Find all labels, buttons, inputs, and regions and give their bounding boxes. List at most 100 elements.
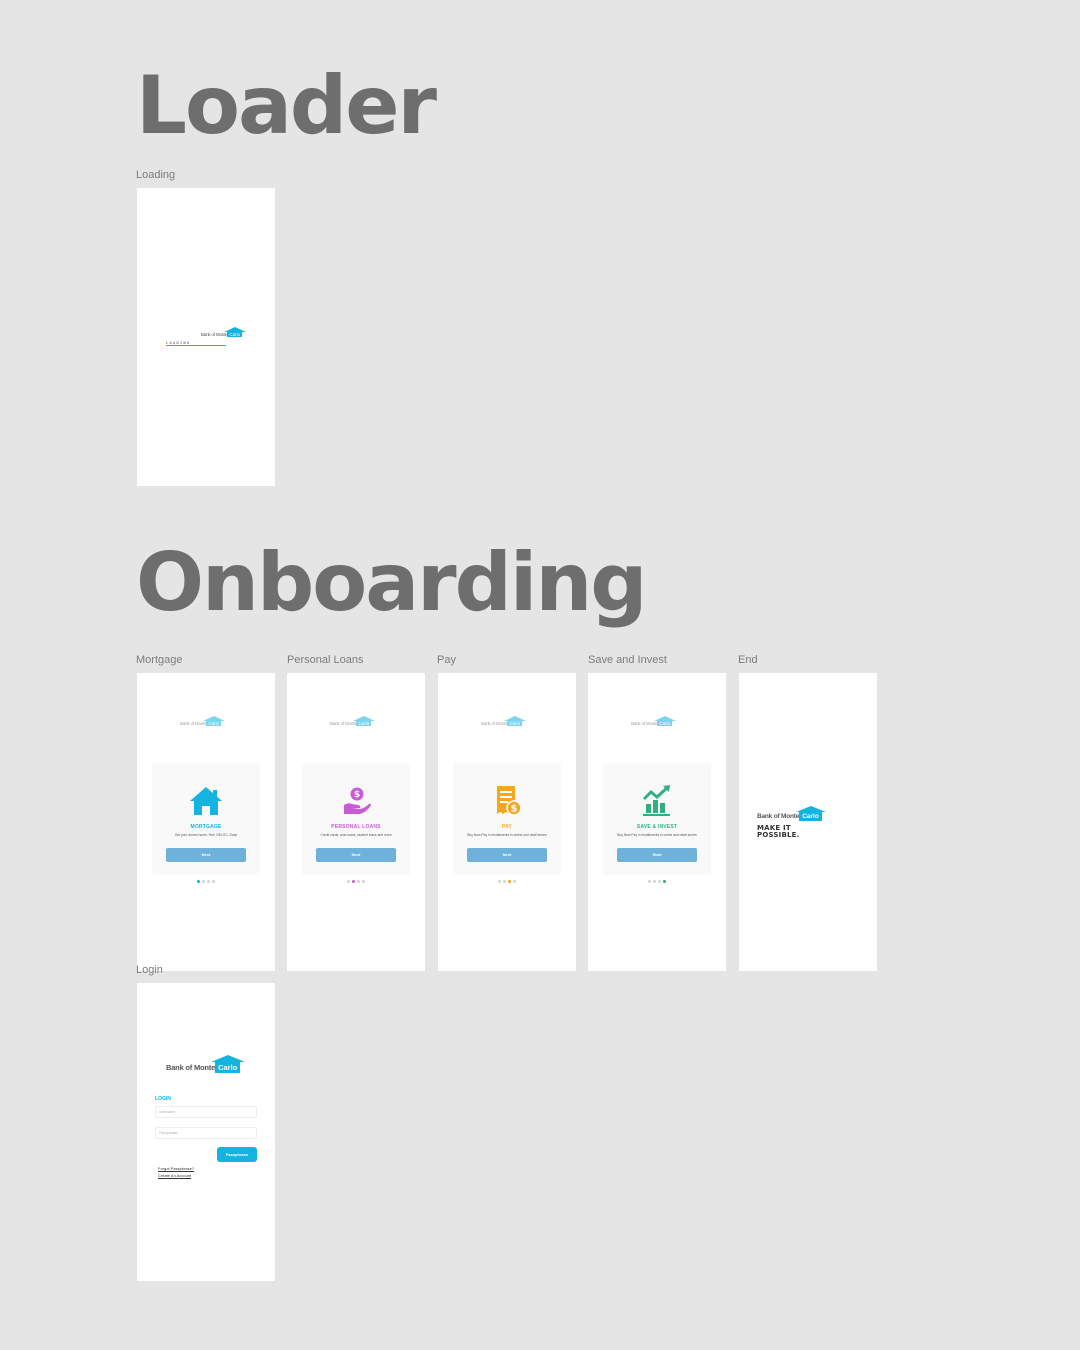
frame-label-pay: Pay — [437, 654, 456, 666]
logo-roof-icon — [203, 716, 226, 721]
logo-bank-text: Bank of Monte — [166, 1063, 216, 1072]
brand-logo: Bank of Monte Carlo — [757, 806, 827, 821]
pagination-dot[interactable] — [648, 880, 651, 883]
passphrase-button[interactable]: Passphrase — [217, 1147, 257, 1162]
username-input[interactable]: Username — [155, 1106, 257, 1118]
card-description: Get your dream home, Refi, HELOC, Solar — [174, 833, 238, 837]
frame-label-personal-loans: Personal Loans — [287, 654, 364, 666]
card-title: PAY — [501, 824, 513, 830]
onboarding-section-title: Onboarding — [136, 536, 648, 629]
hand-coin-icon: $ — [344, 787, 371, 814]
logo-roof-icon — [654, 716, 677, 721]
pagination-dot[interactable] — [357, 880, 360, 883]
login-frame[interactable]: Bank of Monte Carlo LOGIN Username Passph… — [137, 983, 275, 1281]
logo-carlo-block: Carlo — [211, 1055, 246, 1073]
logo-carlo-text: Carlo — [358, 721, 370, 726]
pagination-dot-active[interactable] — [508, 880, 511, 883]
brand-logo: Bank of Monte Carlo — [330, 716, 376, 726]
logo-bank-text: Bank of Monte — [481, 721, 508, 726]
pagination-dot-active[interactable] — [352, 880, 355, 883]
logo-carlo-block: Carlo — [203, 716, 226, 726]
pagination-dot[interactable] — [202, 880, 205, 883]
pagination-dots — [287, 880, 425, 883]
receipt-dollar-icon: $ — [497, 786, 522, 816]
pagination-dots — [137, 880, 275, 883]
logo-carlo-text: Carlo — [208, 721, 220, 726]
brand-logo: Bank of Monte Carlo — [166, 1055, 246, 1073]
pagination-dot[interactable] — [498, 880, 501, 883]
onboarding-frame-end[interactable]: Bank of Monte Carlo MAKE IT POSSIBLE. — [739, 673, 877, 971]
onboarding-frame-save-invest[interactable]: Bank of Monte Carlo SAVE & INVEST Buy Now… — [588, 673, 726, 971]
logo-roof-icon — [211, 1055, 246, 1062]
logo-bank-text: Bank of Monte — [330, 721, 357, 726]
card-title: MORTGAGE — [190, 824, 222, 830]
passphrase-input[interactable]: Passphrase — [155, 1127, 257, 1139]
loader-section-title: Loader — [136, 59, 437, 152]
logo-carlo-block: Carlo — [796, 806, 827, 821]
loading-frame[interactable]: Bank of Monte Carlo LOADING — [137, 188, 275, 486]
brand-tagline: MAKE IT POSSIBLE. — [757, 825, 800, 839]
frame-label-end: End — [738, 654, 758, 666]
logo-carlo-text: Carlo — [218, 1063, 238, 1072]
pagination-dot[interactable] — [653, 880, 656, 883]
create-account-link[interactable]: Create An Account — [158, 1173, 191, 1178]
svg-text:$: $ — [354, 790, 360, 800]
brand-logo: Bank of Monte Carlo — [631, 716, 677, 726]
card-description: Buy Now Pay in Installments in online an… — [467, 833, 547, 837]
logo-carlo-block: Carlo — [654, 716, 677, 726]
frame-label-save-invest: Save and Invest — [588, 654, 667, 666]
brand-logo: Bank of Monte Carlo — [201, 327, 247, 337]
onboarding-card: MORTGAGE Get your dream home, Refi, HELO… — [152, 763, 260, 875]
next-button[interactable]: Next — [316, 848, 396, 862]
brand-logo: Bank of Monte Carlo — [481, 716, 527, 726]
pagination-dot[interactable] — [207, 880, 210, 883]
pagination-dot-active[interactable] — [197, 880, 200, 883]
frame-label-loading: Loading — [136, 169, 176, 181]
pagination-dot[interactable] — [347, 880, 350, 883]
pagination-dot-active[interactable] — [663, 880, 666, 883]
logo-carlo-block: Carlo — [224, 327, 247, 337]
onboarding-card: $ PAY Buy Now Pay in Installments in onl… — [453, 763, 561, 875]
card-description: Buy Now Pay in Installments in online an… — [617, 833, 697, 837]
logo-bank-text: Bank of Monte — [201, 332, 228, 337]
next-button[interactable]: Next — [467, 848, 547, 862]
logo-carlo-text: Carlo — [509, 721, 521, 726]
onboarding-frame-pay[interactable]: Bank of Monte Carlo $ PAY Buy Now Pay in … — [438, 673, 576, 971]
logo-bank-text: Bank of Monte — [757, 813, 800, 820]
frame-label-mortgage: Mortgage — [136, 654, 183, 666]
logo-carlo-text: Carlo — [229, 332, 241, 337]
logo-roof-icon — [796, 806, 827, 812]
frame-label-login: Login — [136, 964, 163, 976]
card-title: SAVE & INVEST — [636, 824, 678, 830]
logo-roof-icon — [224, 327, 247, 332]
card-title: PERSONAL LOANS — [331, 824, 381, 830]
loading-progress-bar — [166, 345, 226, 346]
pagination-dots — [438, 880, 576, 883]
logo-carlo-text: Carlo — [659, 721, 671, 726]
onboarding-frame-personal-loans[interactable]: Bank of Monte Carlo $ PERSONAL LOANS Cred… — [287, 673, 425, 971]
card-description: Credit cards, auto loans, student loans … — [320, 833, 392, 837]
onboarding-card: $ PERSONAL LOANS Credit cards, auto loan… — [302, 763, 410, 875]
svg-text:$: $ — [511, 804, 518, 815]
pagination-dot[interactable] — [212, 880, 215, 883]
logo-roof-icon — [504, 716, 527, 721]
logo-carlo-block: Carlo — [353, 716, 376, 726]
onboarding-frame-mortgage[interactable]: Bank of Monte Carlo MORTGAGE Get your dre… — [137, 673, 275, 971]
pagination-dot[interactable] — [658, 880, 661, 883]
logo-carlo-block: Carlo — [504, 716, 527, 726]
growth-chart-icon — [642, 785, 670, 816]
pagination-dot[interactable] — [362, 880, 365, 883]
pagination-dots — [588, 880, 726, 883]
pagination-dot[interactable] — [503, 880, 506, 883]
login-heading: LOGIN — [155, 1096, 171, 1102]
logo-bank-text: Bank of Monte — [631, 721, 658, 726]
onboarding-card: SAVE & INVEST Buy Now Pay in Installment… — [603, 763, 711, 875]
logo-bank-text: Bank of Monte — [180, 721, 207, 726]
forgot-passphrase-link[interactable]: Forgot Passphrase? — [158, 1166, 194, 1171]
brand-logo: Bank of Monte Carlo — [180, 716, 226, 726]
logo-roof-icon — [353, 716, 376, 721]
start-button[interactable]: Start — [617, 848, 697, 862]
logo-carlo-text: Carlo — [802, 813, 819, 820]
pagination-dot[interactable] — [513, 880, 516, 883]
next-button[interactable]: Next — [166, 848, 246, 862]
